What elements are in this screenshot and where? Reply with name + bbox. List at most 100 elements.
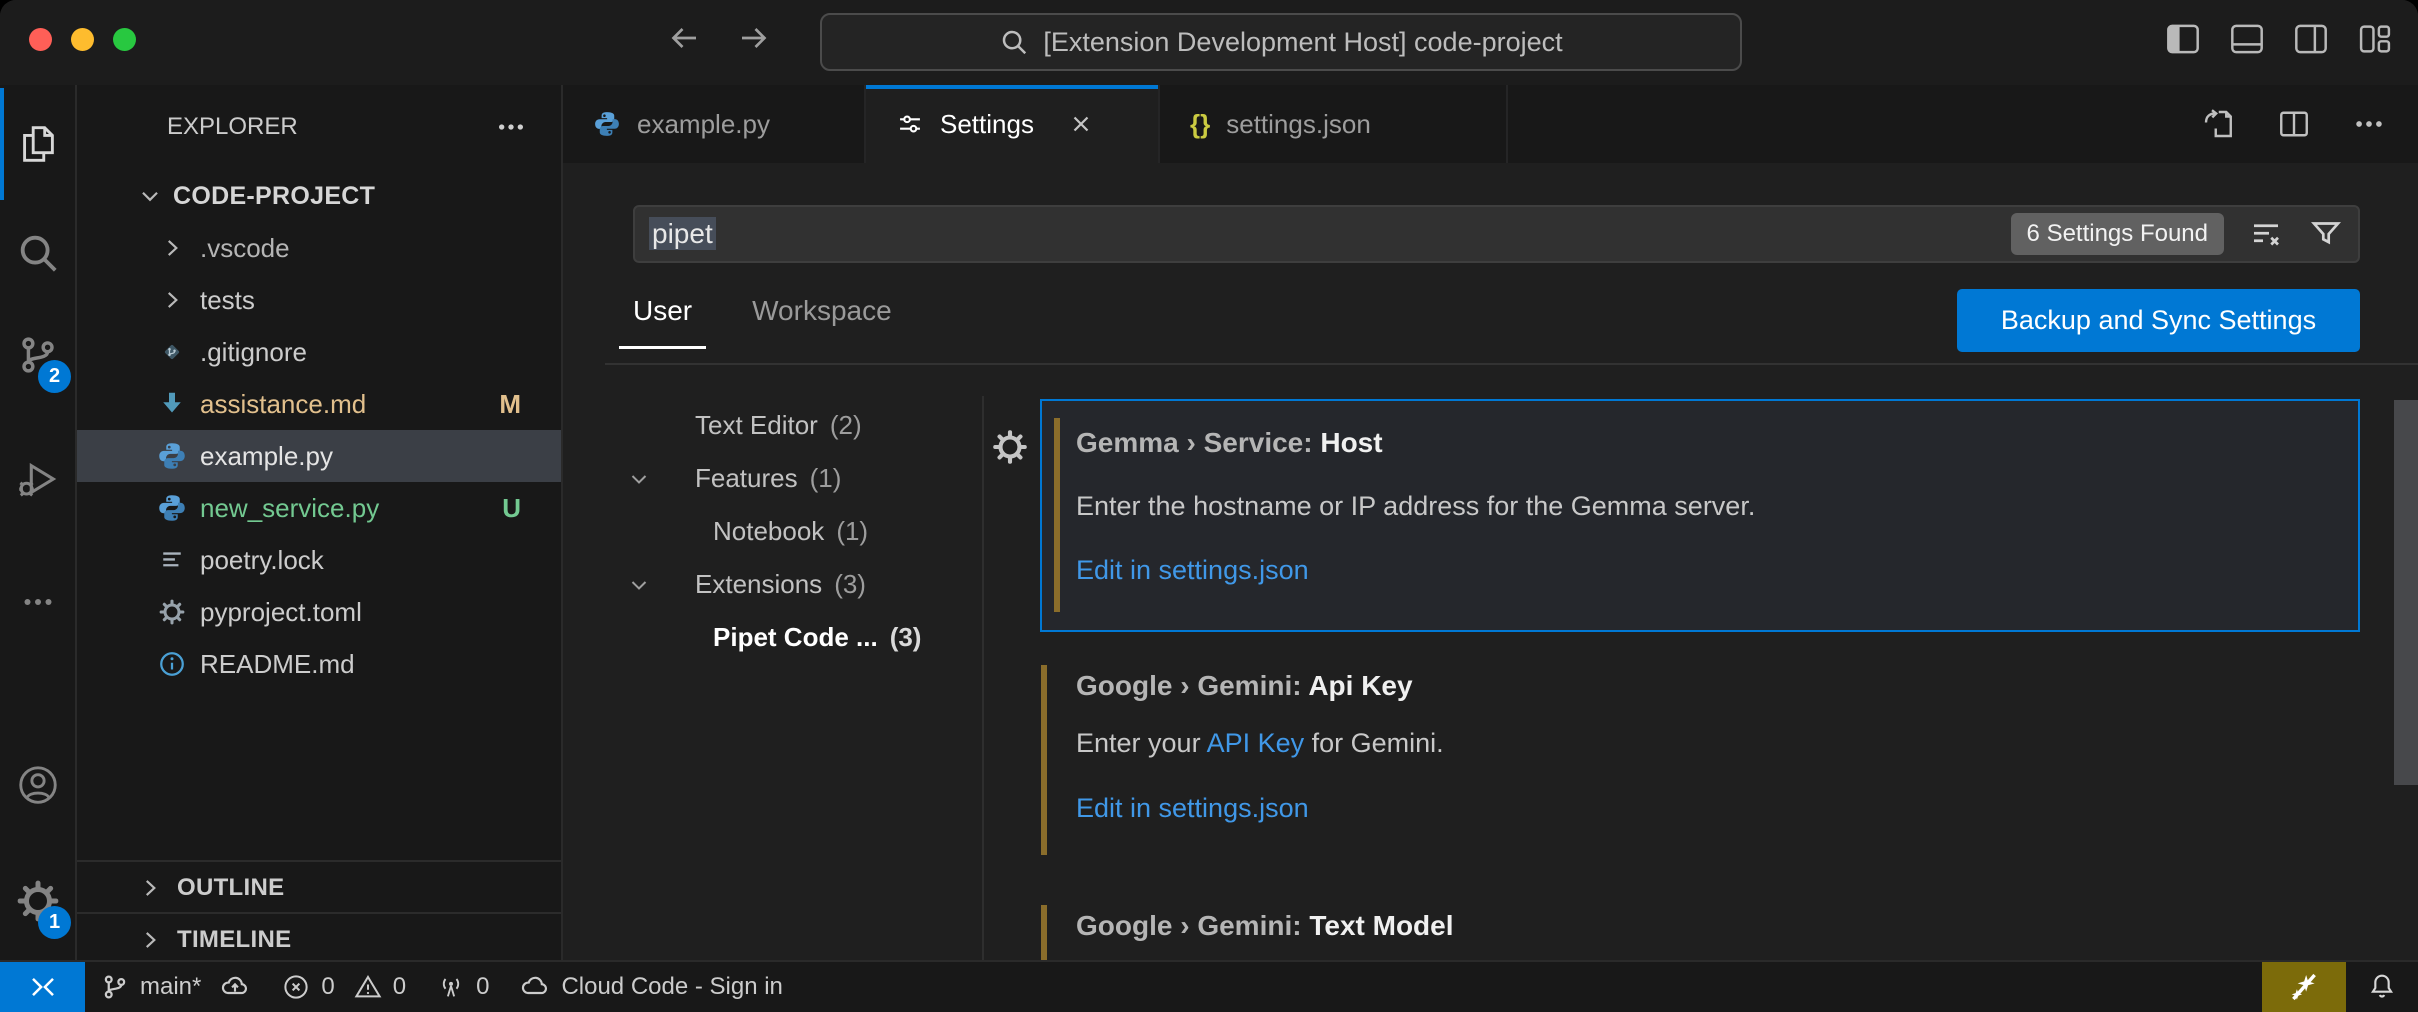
git-branch-status[interactable]: main* (85, 962, 266, 1012)
tab-settings-json[interactable]: {} settings.json (1160, 85, 1508, 163)
explorer-header: EXPLORER (77, 85, 561, 169)
back-button[interactable] (666, 20, 702, 56)
minimize-window-button[interactable] (71, 28, 94, 51)
settings-scrollbar[interactable] (2394, 400, 2418, 785)
edit-in-settings-json-link[interactable]: Edit in settings.json (1076, 793, 1309, 824)
history-nav (666, 20, 772, 56)
notifications-button[interactable] (2346, 971, 2418, 1003)
search-query-text: pipet (649, 217, 716, 250)
more-actions-icon[interactable] (2352, 107, 2386, 141)
markdown-download-icon (157, 389, 187, 419)
branch-icon (100, 972, 130, 1002)
bell-icon (2366, 971, 2398, 1003)
error-icon (281, 972, 311, 1002)
git-file-icon (157, 337, 187, 367)
toml-gear-file-icon (157, 597, 187, 627)
problems-status[interactable]: 0 0 (266, 962, 421, 1012)
setting-gear-icon[interactable] (991, 428, 1029, 466)
tree-item-example-py[interactable]: example.py (77, 430, 561, 482)
accounts-button[interactable] (0, 755, 75, 815)
tree-root-code-project[interactable]: CODE-PROJECT (77, 170, 561, 222)
explorer-activity-button[interactable] (0, 114, 75, 174)
ports-status[interactable]: 0 (421, 962, 504, 1012)
toc-item-extensions[interactable]: Extensions(3) (563, 558, 982, 611)
toggle-panel-icon[interactable] (2228, 22, 2266, 56)
vscode-window: [Extension Development Host] code-projec… (0, 0, 2418, 1012)
tree-item-pyproject-toml[interactable]: pyproject.toml (77, 586, 561, 638)
tree-item-gitignore[interactable]: .gitignore (77, 326, 561, 378)
chevron-right-icon (137, 927, 163, 953)
tab-settings[interactable]: Settings (866, 85, 1160, 163)
python-file-icon (157, 441, 187, 471)
toc-item-text-editor[interactable]: Text Editor(2) (563, 399, 982, 452)
publish-cloud-icon (219, 971, 251, 1003)
search-activity-button[interactable] (0, 223, 75, 283)
git-untracked-badge: U (502, 493, 521, 524)
close-window-button[interactable] (29, 28, 52, 51)
settings-header-divider (605, 363, 2418, 365)
files-icon (15, 121, 61, 167)
toggle-secondary-sidebar-icon[interactable] (2292, 22, 2330, 56)
layout-controls (2164, 22, 2394, 56)
chevron-right-icon (137, 875, 163, 901)
forward-button[interactable] (736, 20, 772, 56)
run-debug-icon (15, 457, 61, 503)
timeline-section-header[interactable]: TIMELINE (77, 912, 561, 966)
results-count-badge: 6 Settings Found (2011, 213, 2224, 255)
tree-item-new-service-py[interactable]: new_service.py U (77, 482, 561, 534)
tree-item-tests[interactable]: tests (77, 274, 561, 326)
scope-tab-user[interactable]: User (633, 295, 692, 349)
split-editor-icon[interactable] (2276, 106, 2312, 142)
manage-settings-button[interactable]: 1 (0, 871, 75, 931)
command-center[interactable]: [Extension Development Host] code-projec… (820, 13, 1742, 71)
scope-tab-workspace[interactable]: Workspace (752, 295, 892, 349)
macos-window-controls (29, 28, 136, 51)
lock-list-file-icon (157, 545, 187, 575)
toc-item-features[interactable]: Features(1) (563, 452, 982, 505)
chevron-down-icon (627, 467, 651, 491)
outline-section-header[interactable]: OUTLINE (77, 860, 561, 914)
toc-item-pipet-code[interactable]: Pipet Code ...(3) (563, 611, 982, 664)
cloud-code-status[interactable]: Cloud Code - Sign in (504, 962, 797, 1012)
modified-indicator (1041, 905, 1047, 962)
titlebar: [Extension Development Host] code-projec… (0, 0, 2418, 85)
edit-in-settings-json-link[interactable]: Edit in settings.json (1076, 555, 1309, 586)
ellipsis-icon (20, 584, 56, 620)
settings-search-input[interactable]: pipet 6 Settings Found (633, 205, 2360, 263)
explorer-sidebar: EXPLORER CODE-PROJECT .vscode tests (77, 85, 563, 962)
open-settings-json-icon[interactable] (2200, 106, 2236, 142)
activity-bar: 2 1 (0, 85, 77, 962)
fullscreen-window-button[interactable] (113, 28, 136, 51)
info-file-icon (157, 649, 187, 679)
setting-row-gemini-text-model[interactable]: Google › Gemini: Text Model (1041, 905, 2360, 962)
status-bar-right (2262, 962, 2418, 1012)
toc-item-notebook[interactable]: Notebook(1) (563, 505, 982, 558)
tree-item-assistance-md[interactable]: assistance.md M (77, 378, 561, 430)
window-title: [Extension Development Host] code-projec… (1043, 27, 1562, 58)
gemini-disabled-status[interactable] (2262, 962, 2346, 1012)
settings-badge: 1 (38, 906, 71, 939)
more-views-button[interactable] (0, 572, 75, 632)
search-icon (999, 27, 1029, 57)
chevron-down-icon (137, 183, 163, 209)
customize-layout-icon[interactable] (2356, 22, 2394, 56)
filter-settings-icon[interactable] (2308, 216, 2344, 252)
explorer-more-actions-icon[interactable] (495, 111, 527, 143)
clear-settings-search-icon[interactable] (2248, 216, 2284, 252)
run-debug-activity-button[interactable] (0, 450, 75, 510)
toc-divider (982, 396, 984, 962)
setting-row-gemma-service-host[interactable]: Gemma › Service: Host Enter the hostname… (1040, 399, 2360, 632)
close-tab-icon[interactable] (1068, 111, 1094, 137)
api-key-link[interactable]: API Key (1207, 728, 1305, 758)
backup-sync-settings-button[interactable]: Backup and Sync Settings (1957, 289, 2360, 352)
tree-item-readme-md[interactable]: README.md (77, 638, 561, 690)
chevron-down-icon (627, 573, 651, 597)
tree-item-poetry-lock[interactable]: poetry.lock (77, 534, 561, 586)
tree-item-vscode[interactable]: .vscode (77, 222, 561, 274)
remote-indicator[interactable] (0, 962, 85, 1012)
source-control-activity-button[interactable]: 2 (0, 325, 75, 385)
toggle-primary-sidebar-icon[interactable] (2164, 22, 2202, 56)
account-icon (15, 762, 61, 808)
setting-row-gemini-api-key[interactable]: Google › Gemini: Api Key Enter your API … (1041, 665, 2360, 855)
tab-example-py[interactable]: example.py (563, 85, 866, 163)
